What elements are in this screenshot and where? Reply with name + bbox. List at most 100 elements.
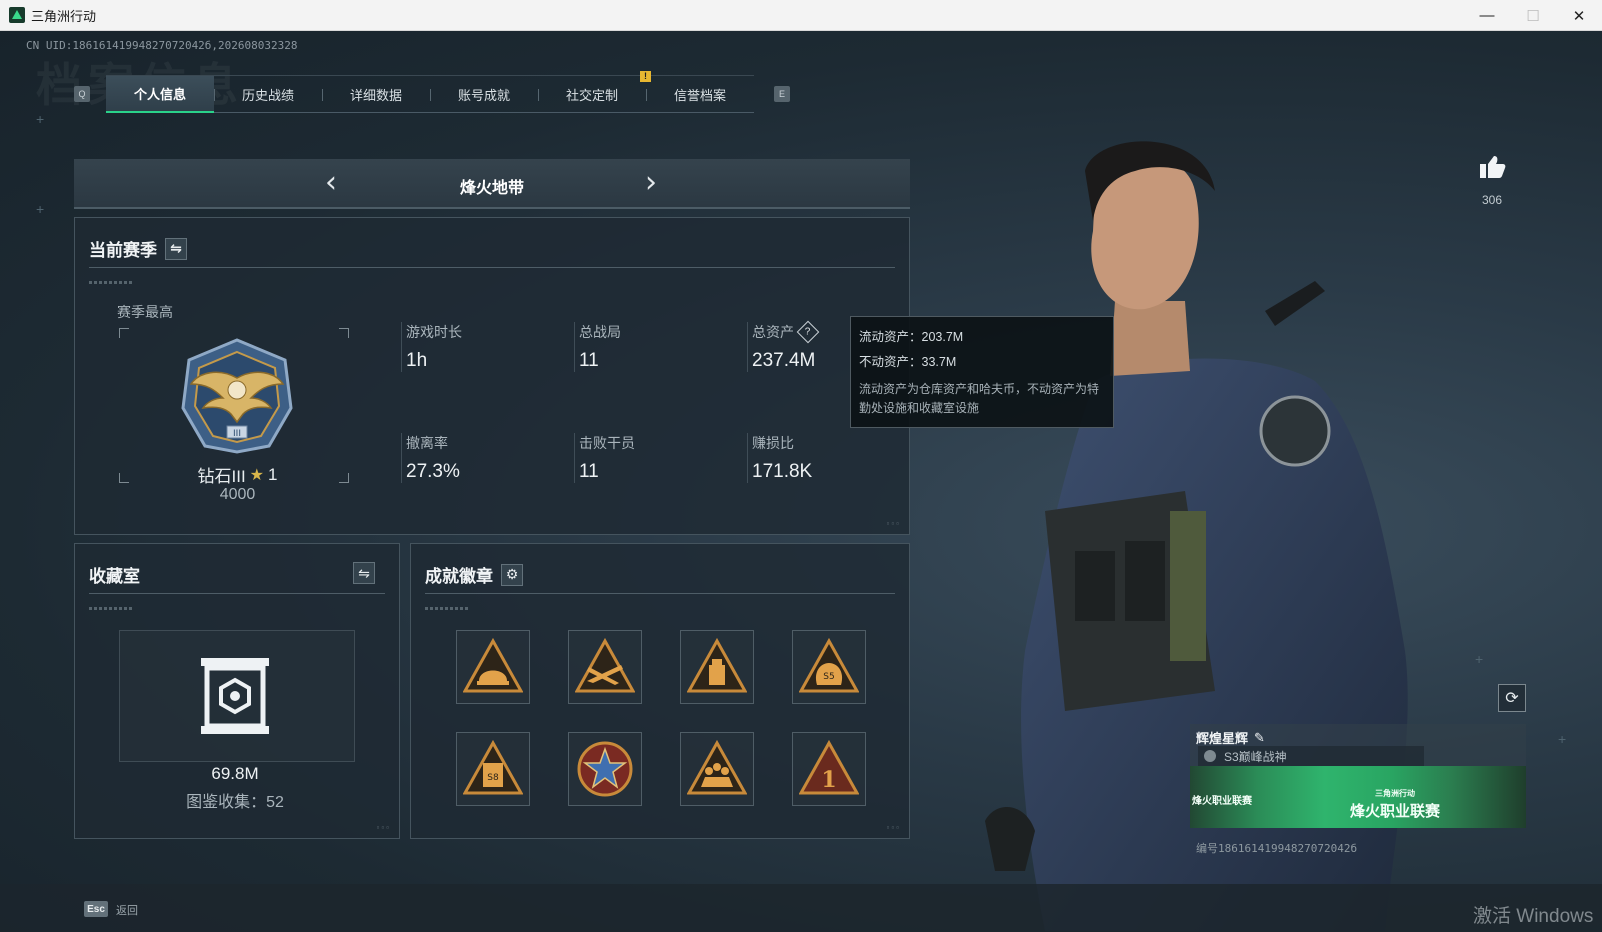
collection-panel: 收藏室 ⇋ 69.8M 图鉴收集：52 ▫▫▫ — [74, 543, 400, 839]
tab-achievements[interactable]: 账号成就 — [430, 76, 538, 113]
stat-total-matches: 总战局 11 — [574, 322, 621, 372]
divider — [425, 593, 895, 594]
tab-personal-info[interactable]: 个人信息 — [106, 76, 214, 113]
number-one-badge-icon: 1 — [799, 739, 859, 795]
star-medal-icon — [577, 741, 633, 797]
minimize-button[interactable]: — — [1464, 0, 1510, 31]
decor-plus: + — [1558, 731, 1567, 747]
corner-dots: ▫▫▫ — [886, 519, 901, 528]
stat-profit-ratio: 赚损比 171.8K — [747, 433, 812, 483]
stat-label-text: 总资产 — [752, 324, 794, 340]
collection-header: 收藏室 — [89, 562, 140, 587]
card-title: 辉煌星辉 ✎ — [1196, 728, 1265, 747]
maximize-button[interactable]: ☐ — [1510, 0, 1556, 31]
badge-slot[interactable]: S5 — [792, 630, 866, 704]
svg-text:1: 1 — [821, 767, 836, 793]
badge-slot[interactable] — [680, 630, 754, 704]
stat-value: 11 — [579, 350, 599, 371]
stat-operator-kills: 击败干员 11 — [574, 433, 635, 483]
collection-title: 收藏室 — [89, 567, 140, 586]
badge-slot[interactable]: S8 — [456, 732, 530, 806]
window-controls: — ☐ ✕ — [1464, 0, 1602, 31]
season-high-label: 赛季最高 — [117, 304, 173, 320]
stat-value: 1h — [406, 350, 428, 371]
stat-value: 171.8K — [752, 461, 813, 482]
rank-title: 钻石III — [197, 467, 246, 486]
help-icon[interactable]: ? — [796, 320, 820, 344]
bottom-bar — [0, 884, 1602, 932]
divider-dots — [89, 607, 133, 610]
tab-detailed-data[interactable]: 详细数据 — [322, 76, 430, 113]
close-button[interactable]: ✕ — [1556, 0, 1602, 31]
rank-star-icon: ★ — [249, 466, 265, 484]
badge-slot[interactable] — [568, 732, 642, 806]
tab-social[interactable]: 社交定制 — [538, 76, 646, 113]
stat-label: 击败干员 — [579, 435, 635, 451]
collection-value: 69.8M — [211, 764, 259, 783]
activate-windows-watermark: 激活 Windows — [1473, 906, 1594, 927]
tab-next-key[interactable]: E — [774, 86, 790, 102]
svg-text:III: III — [233, 429, 241, 439]
title-badge-icon — [1204, 750, 1216, 762]
decor-plus: + — [1475, 651, 1484, 667]
divider — [89, 593, 385, 594]
tooltip-liquid: 流动资产：203.7M — [859, 330, 964, 344]
collection-count: 图鉴收集：52 — [186, 794, 284, 811]
window-titlebar: 三角洲行动 — ☐ ✕ — [0, 0, 1602, 31]
divider-dots — [89, 281, 133, 284]
squad-badge-icon — [687, 739, 747, 795]
card-subtitle-text: S3巅峰战神 — [1224, 749, 1287, 764]
achievement-badges-panel: 成就徽章 ⚙ S5 S8 1 ▫▫▫ — [410, 543, 910, 839]
thumbs-up-icon[interactable] — [1478, 154, 1506, 180]
card-subtitle: S3巅峰战神 — [1198, 746, 1424, 766]
refresh-button[interactable]: ⟳ — [1498, 684, 1526, 712]
badges-header: 成就徽章 ⚙ — [425, 562, 523, 587]
badge-slot[interactable]: 1 — [792, 732, 866, 806]
stat-playtime: 游戏时长 1h — [401, 322, 462, 372]
window-title: 三角洲行动 — [31, 8, 97, 24]
tab-history[interactable]: 历史战绩 — [214, 76, 322, 113]
collection-swap-button[interactable]: ⇋ — [353, 562, 375, 584]
profile-name-card[interactable]: 辉煌星辉 ✎ S3巅峰战神 烽火职业联赛 三角洲行动 烽火职业联赛 — [1190, 724, 1526, 828]
season-swap-button[interactable]: ⇋ — [165, 237, 187, 260]
helmet-badge-icon — [463, 637, 523, 693]
stat-label: 赚损比 — [752, 435, 794, 451]
rank-star-count: 1 — [268, 464, 278, 484]
svg-text:S8: S8 — [487, 773, 499, 783]
svg-text:S5: S5 — [823, 672, 834, 682]
card-badge-icon: S8 — [463, 739, 523, 795]
season-title: 当前赛季 — [89, 241, 157, 260]
tooltip-fixed: 不动资产：33.7M — [859, 355, 957, 369]
mode-next-button[interactable]: › — [636, 168, 666, 199]
tab-reputation[interactable]: 信誉档案 — [646, 76, 754, 113]
bag-badge-icon: S5 — [799, 637, 859, 693]
back-label[interactable]: 返回 — [116, 902, 138, 918]
stat-label: 总资产 ? — [752, 320, 820, 344]
badge-slot[interactable] — [456, 630, 530, 704]
mode-title: 烽火地带 — [459, 180, 524, 197]
stat-label: 游戏时长 — [406, 324, 462, 340]
badges-settings-icon[interactable]: ⚙ — [501, 563, 523, 586]
badge-slot[interactable] — [680, 732, 754, 806]
edit-icon[interactable]: ✎ — [1254, 730, 1265, 746]
divider — [89, 267, 895, 268]
season-panel: 当前赛季 ⇋ 赛季最高 III 钻石III ★ 1 4000 游戏时长 1h 总… — [74, 217, 910, 535]
notice-badge: ! — [640, 71, 651, 82]
stat-label: 总战局 — [579, 324, 621, 340]
badge-slot[interactable] — [568, 630, 642, 704]
season-header: 当前赛季 ⇋ — [89, 236, 187, 261]
mode-selector: ‹ 烽火地带 › — [74, 159, 910, 209]
tab-bar: 个人信息 历史战绩 详细数据 账号成就 社交定制 信誉档案 — [106, 75, 754, 113]
game-viewport: 档案信息 CN UID:18616141994827072042б,202608… — [0, 31, 1602, 932]
banner-brand: 三角洲行动 — [1375, 789, 1415, 798]
stat-value: 237.4M — [752, 350, 816, 371]
usb-badge-icon — [687, 637, 747, 693]
vault-display-case-icon[interactable] — [199, 656, 271, 736]
stat-total-assets: 总资产 ? 237.4M — [747, 320, 820, 372]
tab-prev-key[interactable]: Q — [74, 86, 90, 102]
rank-score: 4000 — [219, 486, 256, 503]
app-logo-icon — [9, 7, 25, 23]
banner-left-text: 烽火职业联赛 — [1192, 796, 1252, 807]
esc-key[interactable]: Esc — [84, 901, 108, 917]
divider-dots — [425, 607, 469, 610]
